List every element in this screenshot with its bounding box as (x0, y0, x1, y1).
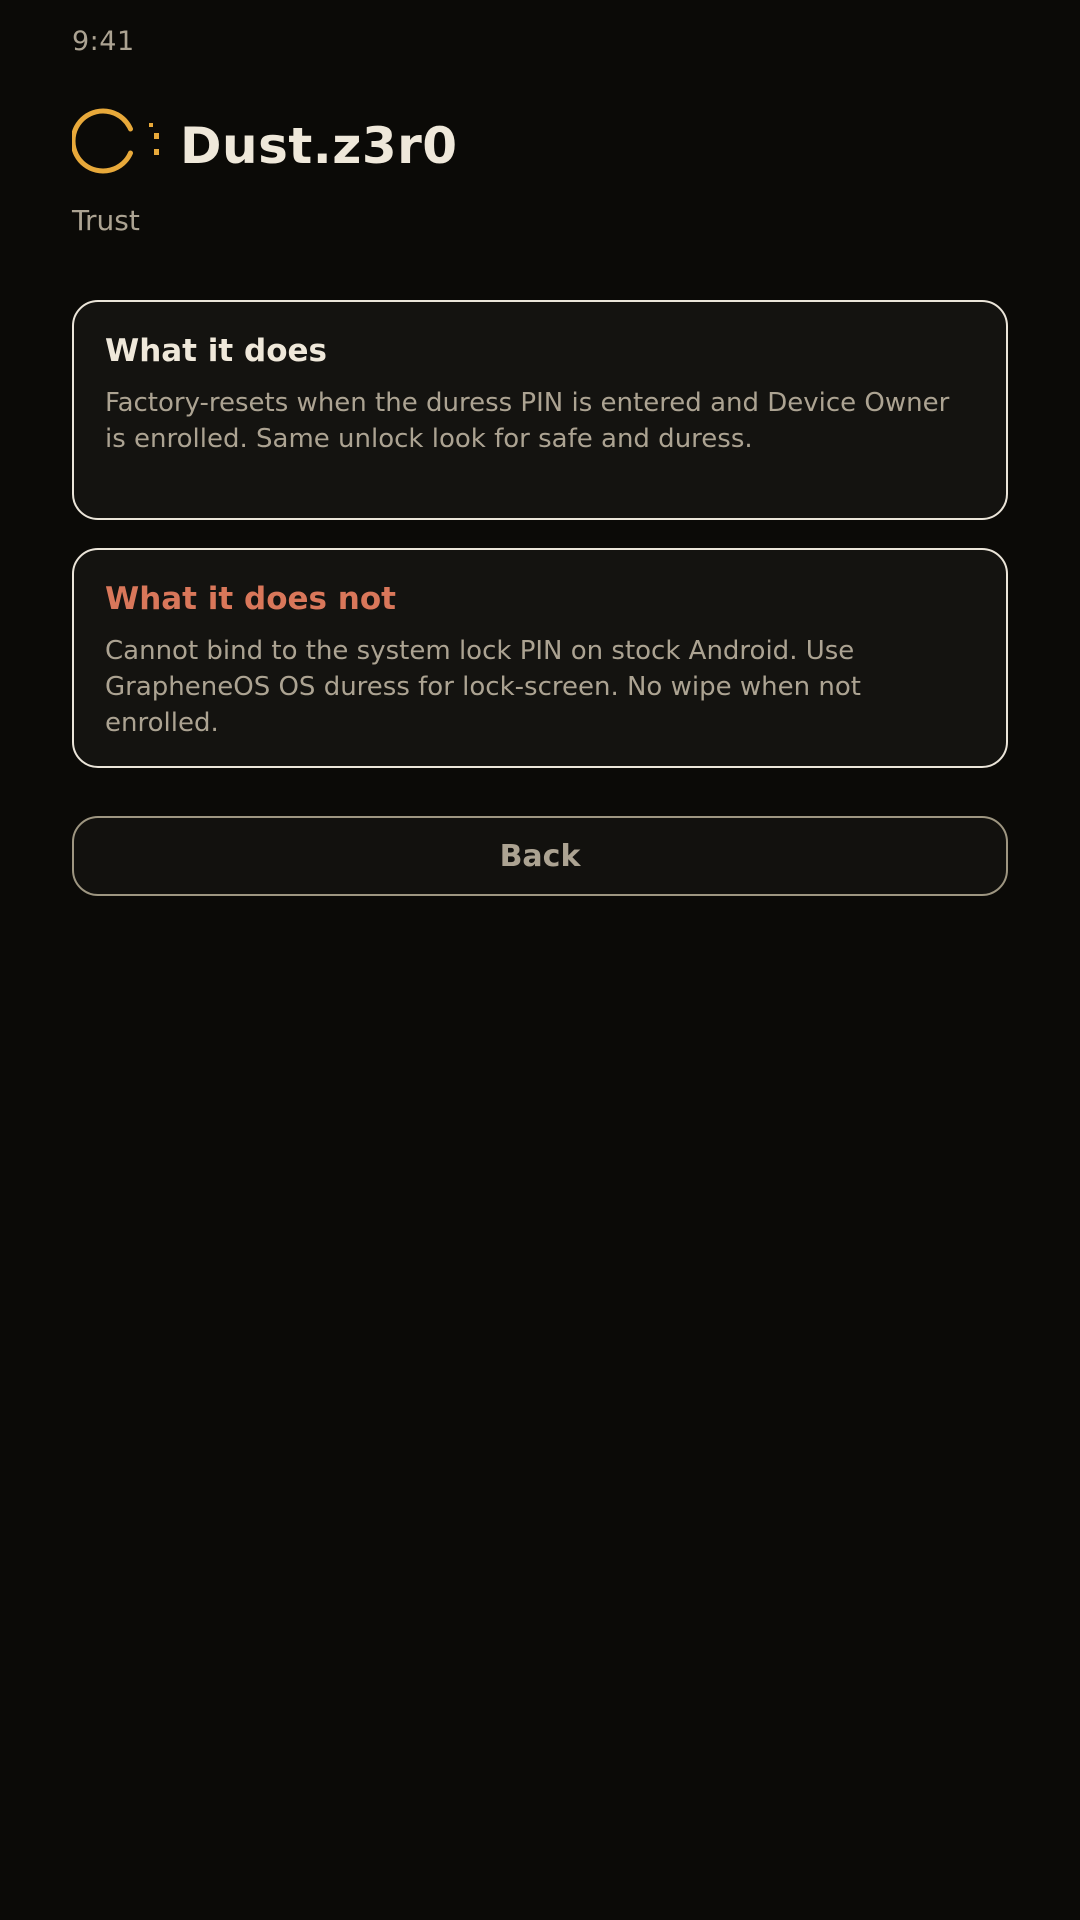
app-header: Dust.z3r0 (72, 105, 458, 177)
back-button[interactable]: Back (72, 816, 1008, 896)
app-name: Dust.z3r0 (180, 117, 458, 175)
status-bar-time: 9:41 (72, 26, 135, 57)
what-it-does-description: Factory-resets when the duress PIN is en… (105, 387, 950, 454)
what-it-does-card: What it does Factory-resets when the dur… (72, 300, 1008, 520)
what-it-does-title: What it does (105, 333, 327, 369)
what-it-does-not-card: What it does not Cannot bind to the syst… (72, 548, 1008, 768)
dust-logo-icon (72, 108, 159, 174)
screen-title: Trust (72, 204, 140, 237)
what-it-does-not-title: What it does not (105, 581, 396, 617)
what-it-does-not-description: Cannot bind to the system lock PIN on st… (105, 635, 861, 738)
